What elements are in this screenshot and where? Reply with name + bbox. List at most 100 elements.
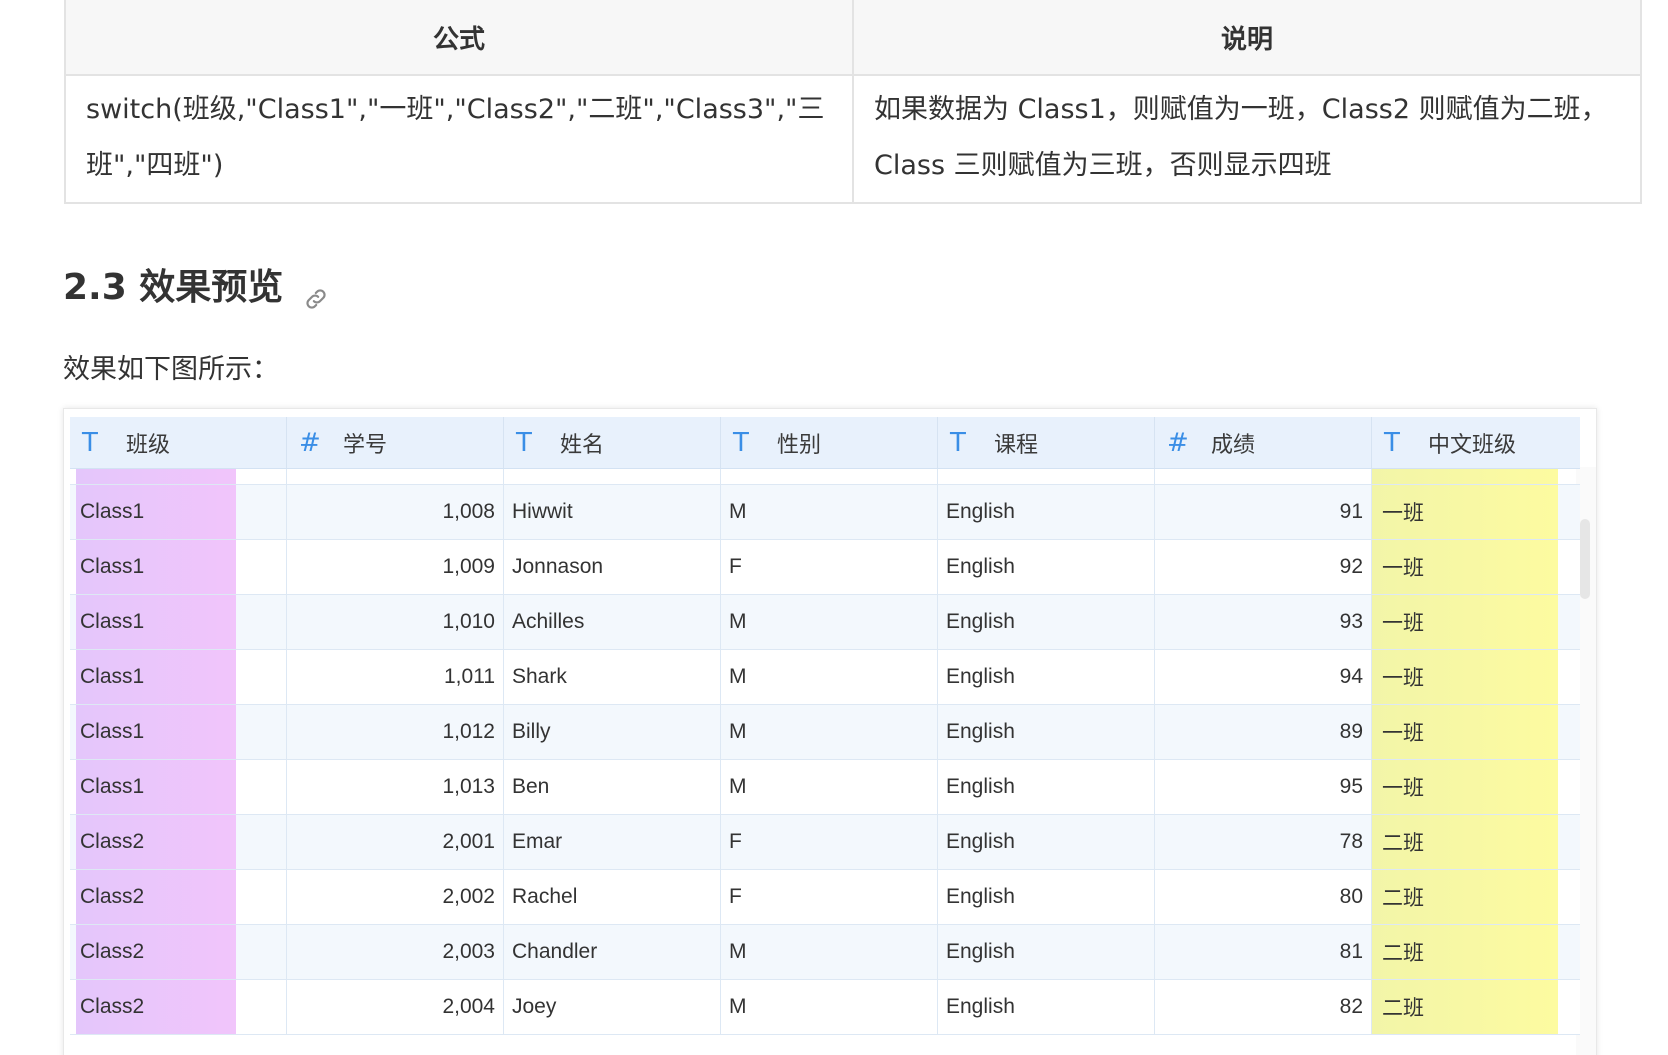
- cell-cn-class[interactable]: 一班: [1372, 650, 1580, 704]
- cell-course[interactable]: English: [938, 650, 1155, 704]
- cell-name[interactable]: Emar: [504, 815, 721, 869]
- cell-id[interactable]: 2,004: [287, 980, 504, 1034]
- column-header-name[interactable]: T 姓名: [504, 417, 721, 468]
- column-header-cn-class[interactable]: T 中文班级: [1372, 417, 1580, 468]
- cell-name[interactable]: Rachel: [504, 870, 721, 924]
- cell-score[interactable]: 92: [1155, 540, 1372, 594]
- cell-name[interactable]: Chandler: [504, 925, 721, 979]
- cell-id[interactable]: 1,013: [287, 760, 504, 814]
- cell-score[interactable]: 80: [1155, 870, 1372, 924]
- cell-course[interactable]: English: [938, 595, 1155, 649]
- table-row[interactable]: Class2 2,003 Chandler M English 81 二班: [70, 925, 1580, 980]
- cell-course[interactable]: English: [938, 705, 1155, 759]
- section-heading-title: 2.3 效果预览: [63, 267, 284, 308]
- cell-id[interactable]: 2,001: [287, 815, 504, 869]
- cell-course[interactable]: English: [938, 815, 1155, 869]
- cell-class[interactable]: Class1: [70, 650, 287, 704]
- cell-id[interactable]: 1,008: [287, 485, 504, 539]
- cell-name[interactable]: Achilles: [504, 595, 721, 649]
- cell-gender[interactable]: M: [721, 650, 938, 704]
- cell-score[interactable]: 81: [1155, 925, 1372, 979]
- table-row[interactable]: Class1 1,010 Achilles M English 93 一班: [70, 595, 1580, 650]
- cell-id[interactable]: 2,003: [287, 925, 504, 979]
- cell-gender[interactable]: M: [721, 485, 938, 539]
- cell-class[interactable]: Class1: [70, 705, 287, 759]
- cell-name[interactable]: Shark: [504, 650, 721, 704]
- table-row[interactable]: Class1 1,008 Hiwwit M English 91 一班: [70, 485, 1580, 540]
- cell-class[interactable]: Class2: [70, 870, 287, 924]
- formula-column-header: 公式: [64, 0, 854, 76]
- cell-course[interactable]: English: [938, 870, 1155, 924]
- cell-cn-class[interactable]: 二班: [1372, 925, 1580, 979]
- description-column-header: 说明: [852, 0, 1642, 76]
- column-header-id[interactable]: # 学号: [287, 417, 504, 468]
- cell-class[interactable]: Class1: [70, 595, 287, 649]
- cell-class[interactable]: Class1: [70, 760, 287, 814]
- link-icon[interactable]: [303, 275, 329, 309]
- partial-cell: [721, 469, 938, 484]
- column-header-label: 学号: [343, 432, 388, 458]
- cell-id[interactable]: 1,012: [287, 705, 504, 759]
- table-row[interactable]: Class2 2,002 Rachel F English 80 二班: [70, 870, 1580, 925]
- cell-score[interactable]: 91: [1155, 485, 1372, 539]
- cell-course[interactable]: English: [938, 760, 1155, 814]
- cell-class[interactable]: Class1: [70, 485, 287, 539]
- cell-name[interactable]: Billy: [504, 705, 721, 759]
- formula-table-header-row: 公式 说明: [64, 0, 1642, 76]
- cell-course[interactable]: English: [938, 485, 1155, 539]
- cell-gender[interactable]: M: [721, 595, 938, 649]
- cell-id[interactable]: 1,009: [287, 540, 504, 594]
- column-header-label: 课程: [994, 432, 1039, 458]
- cell-id[interactable]: 2,002: [287, 870, 504, 924]
- cell-name[interactable]: Ben: [504, 760, 721, 814]
- cell-gender[interactable]: F: [721, 540, 938, 594]
- cell-gender[interactable]: M: [721, 980, 938, 1034]
- table-row[interactable]: Class2 2,001 Emar F English 78 二班: [70, 815, 1580, 870]
- cell-score[interactable]: 95: [1155, 760, 1372, 814]
- grid-body: Class1 1,008 Hiwwit M English 91 一班 Class1 1,009…: [70, 485, 1580, 1035]
- cell-score[interactable]: 82: [1155, 980, 1372, 1034]
- column-header-score[interactable]: # 成绩: [1155, 417, 1372, 468]
- cell-class[interactable]: Class1: [70, 540, 287, 594]
- cell-course[interactable]: English: [938, 925, 1155, 979]
- cell-cn-class[interactable]: 二班: [1372, 815, 1580, 869]
- cell-name[interactable]: Hiwwit: [504, 485, 721, 539]
- table-row[interactable]: Class1 1,012 Billy M English 89 一班: [70, 705, 1580, 760]
- cell-id[interactable]: 1,010: [287, 595, 504, 649]
- table-row[interactable]: Class2 2,004 Joey M English 82 二班: [70, 980, 1580, 1035]
- cell-score[interactable]: 94: [1155, 650, 1372, 704]
- cell-gender[interactable]: M: [721, 925, 938, 979]
- table-row[interactable]: Class1 1,013 Ben M English 95 一班: [70, 760, 1580, 815]
- cell-gender[interactable]: F: [721, 815, 938, 869]
- cell-gender[interactable]: M: [721, 760, 938, 814]
- cell-cn-class[interactable]: 一班: [1372, 485, 1580, 539]
- cell-cn-class[interactable]: 一班: [1372, 595, 1580, 649]
- cell-gender[interactable]: F: [721, 870, 938, 924]
- text-type-icon: T: [82, 427, 98, 458]
- cell-gender[interactable]: M: [721, 705, 938, 759]
- cell-score[interactable]: 93: [1155, 595, 1372, 649]
- column-header-class[interactable]: T 班级: [70, 417, 287, 468]
- table-row[interactable]: Class1 1,011 Shark M English 94 一班: [70, 650, 1580, 705]
- cell-course[interactable]: English: [938, 980, 1155, 1034]
- text-type-icon: T: [733, 427, 749, 458]
- cell-cn-class[interactable]: 一班: [1372, 540, 1580, 594]
- cell-cn-class[interactable]: 一班: [1372, 705, 1580, 759]
- cell-name[interactable]: Jonnason: [504, 540, 721, 594]
- cell-cn-class[interactable]: 一班: [1372, 760, 1580, 814]
- cell-cn-class[interactable]: 二班: [1372, 870, 1580, 924]
- cell-name[interactable]: Joey: [504, 980, 721, 1034]
- cell-class[interactable]: Class2: [70, 815, 287, 869]
- cell-class[interactable]: Class2: [70, 925, 287, 979]
- table-row[interactable]: Class1 1,009 Jonnason F English 92 一班: [70, 540, 1580, 595]
- partial-cell: [70, 469, 287, 484]
- cell-cn-class[interactable]: 二班: [1372, 980, 1580, 1034]
- cell-course[interactable]: English: [938, 540, 1155, 594]
- cell-score[interactable]: 78: [1155, 815, 1372, 869]
- cell-class[interactable]: Class2: [70, 980, 287, 1034]
- cell-score[interactable]: 89: [1155, 705, 1372, 759]
- cell-id[interactable]: 1,011: [287, 650, 504, 704]
- column-header-gender[interactable]: T 性别: [721, 417, 938, 468]
- scrollbar-thumb[interactable]: [1580, 519, 1590, 599]
- column-header-course[interactable]: T 课程: [938, 417, 1155, 468]
